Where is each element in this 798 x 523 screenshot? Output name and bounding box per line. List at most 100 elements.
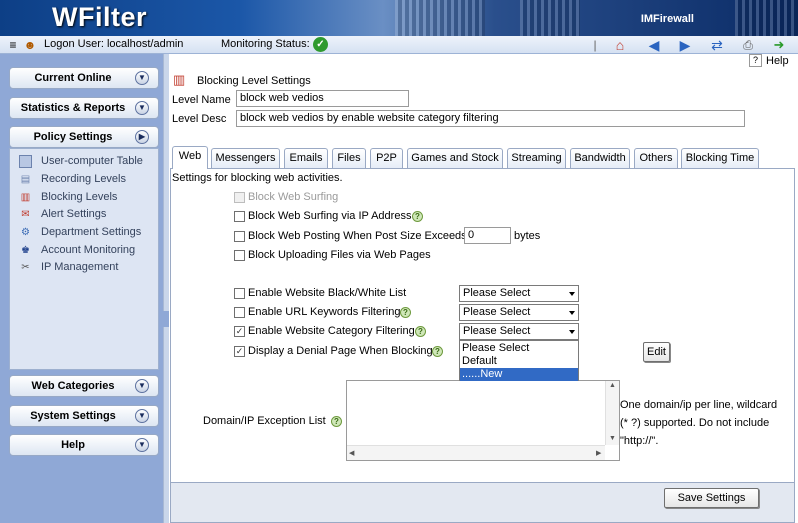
sidebar-item-label: Blocking Levels: [41, 191, 118, 203]
sidebar-item-label: Alert Settings: [41, 208, 107, 220]
section-label: Help: [61, 439, 85, 451]
back-arrow-icon[interactable]: ◀: [647, 38, 661, 52]
exception-hint-text: One domain/ip per line, wildcard (* ?) s…: [620, 399, 778, 447]
blocking-icon: ▥: [20, 192, 31, 203]
category-dropdown-list[interactable]: Please Select Default ......New: [459, 340, 579, 381]
tab-others[interactable]: Others: [634, 148, 678, 168]
section-system-settings[interactable]: System Settings ▼: [9, 405, 159, 427]
page-title: Blocking Level Settings: [197, 75, 311, 87]
tab-files[interactable]: Files: [332, 148, 366, 168]
tab-bandwidth[interactable]: Bandwidth: [570, 148, 630, 168]
help-link[interactable]: Help: [766, 55, 789, 67]
print-icon[interactable]: ⎙: [741, 38, 755, 52]
dropdown-arrow-icon[interactable]: [569, 330, 575, 334]
category-filtering-checkbox[interactable]: ✓: [234, 326, 245, 337]
url-keywords-label: Enable URL Keywords Filtering: [248, 306, 401, 318]
save-settings-button[interactable]: Save Settings: [664, 488, 759, 508]
home-icon[interactable]: ⌂: [613, 38, 627, 52]
chevron-down-icon[interactable]: ▼: [135, 438, 149, 452]
help-question-icon[interactable]: ?: [331, 416, 342, 427]
block-posting-checkbox[interactable]: [234, 231, 245, 242]
help-question-icon[interactable]: ?: [432, 346, 443, 357]
scroll-up-icon[interactable]: ▲: [609, 382, 616, 389]
black-white-list-select[interactable]: Please Select: [459, 285, 579, 302]
section-label: Current Online: [34, 72, 112, 84]
tab-emails[interactable]: Emails: [284, 148, 328, 168]
url-keywords-select[interactable]: Please Select: [459, 304, 579, 321]
denial-page-checkbox[interactable]: ✓: [234, 346, 245, 357]
section-label: Policy Settings: [33, 131, 113, 143]
sidebar-item-label: Recording Levels: [41, 173, 126, 185]
logout-icon[interactable]: ➜: [772, 38, 786, 52]
section-policy-settings[interactable]: Policy Settings ▶: [9, 126, 159, 148]
edit-button[interactable]: Edit: [643, 342, 670, 362]
menu-icon[interactable]: ≡: [6, 38, 20, 52]
dropdown-arrow-icon[interactable]: [569, 311, 575, 315]
scroll-left-icon[interactable]: ◀: [349, 449, 354, 457]
textarea-horizontal-scrollbar[interactable]: ◀ ▶: [347, 445, 605, 460]
status-ok-icon: ✓: [313, 37, 328, 52]
banner-graphic: [395, 0, 485, 36]
black-white-list-checkbox[interactable]: [234, 288, 245, 299]
section-statistics-reports[interactable]: Statistics & Reports ▼: [9, 97, 159, 119]
help-question-icon[interactable]: ?: [415, 326, 426, 337]
help-question-icon[interactable]: ?: [400, 307, 411, 318]
section-web-categories[interactable]: Web Categories ▼: [9, 375, 159, 397]
sidebar-item-label: Account Monitoring: [41, 244, 136, 256]
web-intro-text: Settings for blocking web activities.: [172, 172, 343, 184]
chevron-down-icon[interactable]: ▼: [135, 101, 149, 115]
refresh-icon[interactable]: ⇄: [710, 38, 724, 52]
section-label: Statistics & Reports: [20, 102, 126, 114]
chevron-down-icon[interactable]: ▼: [135, 71, 149, 85]
app-logo: WFilter: [52, 2, 147, 32]
policy-menu-panel: User-computer Table ▤ Recording Levels ▥…: [9, 148, 159, 370]
level-name-input[interactable]: block web vedios: [236, 90, 409, 107]
tab-messengers[interactable]: Messengers: [211, 148, 280, 168]
tab-web[interactable]: Web: [172, 146, 208, 169]
url-keywords-checkbox[interactable]: [234, 307, 245, 318]
blocking-level-icon: ▥: [173, 72, 186, 87]
splitter-grip-icon[interactable]: [163, 311, 169, 327]
exception-list-label: Domain/IP Exception List: [203, 415, 326, 427]
tab-blocking-time[interactable]: Blocking Time: [681, 148, 759, 168]
product-name: IMFirewall: [640, 13, 694, 25]
chevron-right-icon[interactable]: ▶: [135, 130, 149, 144]
account-icon: ♚: [21, 245, 30, 256]
denial-page-label: Display a Denial Page When Blocking: [248, 345, 433, 357]
tab-games-and-stock[interactable]: Games and Stock: [407, 148, 503, 168]
section-label: System Settings: [30, 410, 116, 422]
block-web-surfing-checkbox[interactable]: [234, 192, 245, 203]
sidebar-splitter[interactable]: [163, 54, 169, 523]
dropdown-arrow-icon[interactable]: [569, 292, 575, 296]
block-posting-label: Block Web Posting When Post Size Exceeds: [248, 230, 467, 242]
post-size-unit: bytes: [514, 230, 541, 242]
tab-streaming[interactable]: Streaming: [507, 148, 566, 168]
table-icon: [19, 155, 32, 168]
forward-arrow-icon[interactable]: ▶: [678, 38, 692, 52]
level-desc-input[interactable]: block web vedios by enable website categ…: [236, 110, 745, 127]
monitoring-status-label: Monitoring Status:: [221, 38, 310, 50]
block-ip-address-checkbox[interactable]: [234, 211, 245, 222]
scroll-down-icon[interactable]: ▼: [609, 435, 616, 442]
logon-user-text: Logon User: localhost/admin: [44, 38, 184, 50]
dropdown-option-selected[interactable]: ......New: [460, 368, 578, 381]
sidebar-item-label: Department Settings: [41, 226, 142, 238]
section-help[interactable]: Help ▼: [9, 434, 159, 456]
block-uploading-checkbox[interactable]: [234, 250, 245, 261]
scroll-right-icon[interactable]: ▶: [596, 449, 601, 457]
chevron-down-icon[interactable]: ▼: [135, 379, 149, 393]
chevron-down-icon[interactable]: ▼: [135, 409, 149, 423]
section-current-online[interactable]: Current Online ▼: [9, 67, 159, 89]
textarea-vertical-scrollbar[interactable]: ▲ ▼: [605, 381, 619, 445]
post-size-input[interactable]: 0: [464, 227, 511, 244]
help-icon[interactable]: ?: [749, 54, 762, 67]
select-value: Please Select: [463, 325, 531, 337]
dropdown-option[interactable]: Please Select: [460, 342, 578, 355]
tab-p2p[interactable]: P2P: [370, 148, 403, 168]
help-question-icon[interactable]: ?: [412, 211, 423, 222]
category-filtering-label: Enable Website Category Filtering: [248, 325, 415, 337]
dropdown-option[interactable]: Default: [460, 355, 578, 368]
category-filtering-select[interactable]: Please Select: [459, 323, 579, 340]
level-name-label: Level Name: [172, 94, 231, 106]
block-uploading-label: Block Uploading Files via Web Pages: [248, 249, 431, 261]
